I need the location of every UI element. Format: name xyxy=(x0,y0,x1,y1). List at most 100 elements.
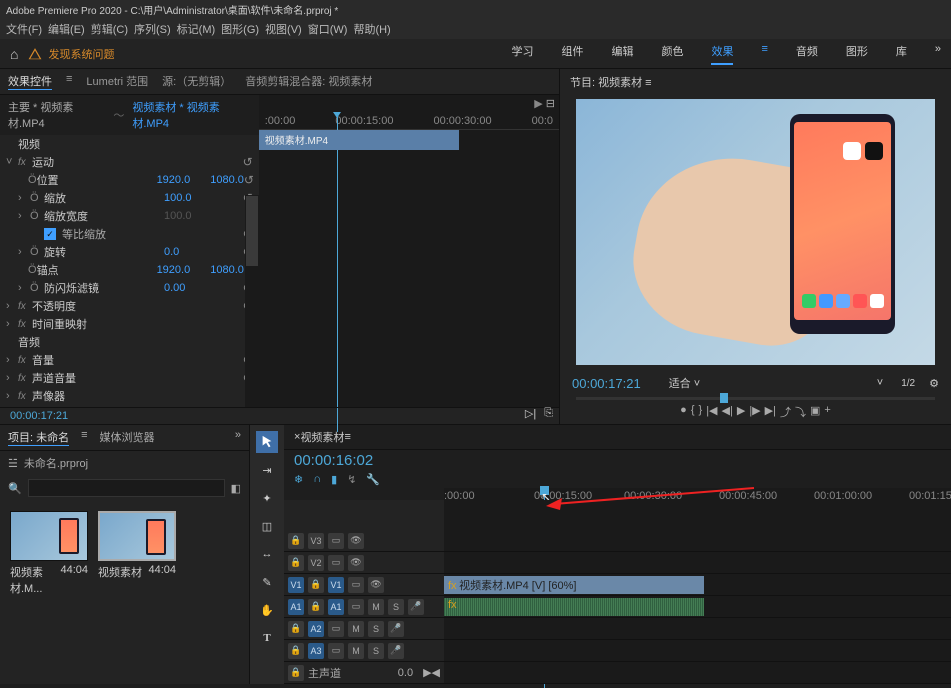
menu-file[interactable]: 文件(F) xyxy=(6,21,42,37)
fx-icon[interactable]: fx xyxy=(18,373,32,384)
settings-icon[interactable]: ⚙ xyxy=(929,377,939,390)
lock-icon[interactable]: 🔒 xyxy=(308,599,324,615)
prop-opacity[interactable]: 不透明度 xyxy=(32,298,152,314)
zoom-fit-dropdown[interactable]: 适合 ˅ xyxy=(669,375,700,391)
razor-tool-icon[interactable]: ◫ xyxy=(256,515,278,537)
menu-window[interactable]: 窗口(W) xyxy=(308,21,348,37)
ws-graphics[interactable]: 图形 xyxy=(846,43,868,65)
track-select-tool-icon[interactable]: ⇥ xyxy=(256,459,278,481)
uniform-scale-checkbox[interactable]: ✓ xyxy=(44,228,56,240)
mic-icon[interactable]: 🎤 xyxy=(388,621,404,637)
ws-library[interactable]: 库 xyxy=(896,43,907,65)
prop-channel-volume[interactable]: 声道音量 xyxy=(32,370,152,386)
anchor-x[interactable]: 1920.0 xyxy=(157,264,191,276)
prop-motion[interactable]: 运动 xyxy=(32,154,152,170)
source-a1[interactable]: A1 xyxy=(288,599,304,615)
extract-icon[interactable]: ⤵ xyxy=(795,404,806,420)
play-icon[interactable]: ▶ xyxy=(737,404,745,420)
go-to-in-icon[interactable]: |◀ xyxy=(706,404,717,420)
anchor-y[interactable]: 1080.0 xyxy=(210,264,244,276)
ws-edit[interactable]: 编辑 xyxy=(611,43,633,65)
slip-tool-icon[interactable]: ↔ xyxy=(256,543,278,565)
lock-icon[interactable]: 🔒 xyxy=(308,577,324,593)
lock-icon[interactable]: 🔒 xyxy=(288,621,304,637)
project-sequence[interactable]: 视频素材44:04 xyxy=(98,511,176,596)
fx-icon[interactable]: fx xyxy=(18,355,32,366)
lock-icon[interactable]: 🔒 xyxy=(288,555,304,571)
export-frame-icon[interactable]: ⎘ xyxy=(544,407,553,420)
mark-in-icon[interactable]: { xyxy=(691,404,695,420)
tab-source-none[interactable]: 源:（无剪辑） xyxy=(162,73,231,90)
toggle-output-icon[interactable]: ▭ xyxy=(348,599,364,615)
track-v2[interactable]: V2 xyxy=(308,555,324,571)
tab-effect-controls[interactable]: 效果控件 xyxy=(8,73,52,90)
step-forward-icon[interactable]: |▶ xyxy=(749,404,760,420)
mic-icon[interactable]: 🎤 xyxy=(408,599,424,615)
resolution-dropdown[interactable]: ˅ xyxy=(877,377,883,389)
mark-out-icon[interactable]: } xyxy=(699,404,703,420)
fx-icon[interactable]: fx xyxy=(18,319,32,330)
fx-icon[interactable]: fx xyxy=(18,301,32,312)
toggle-output-icon[interactable]: ▭ xyxy=(348,577,364,593)
button-editor-icon[interactable]: + xyxy=(824,404,830,420)
toggle-output-icon[interactable]: ▭ xyxy=(328,555,344,571)
fx-icon[interactable]: fx xyxy=(18,391,32,402)
prop-time-remap[interactable]: 时间重映射 xyxy=(32,316,152,332)
stopwatch-icon[interactable]: Ö xyxy=(30,246,44,258)
overflow-icon[interactable]: » xyxy=(235,429,241,446)
fx-icon[interactable]: fx xyxy=(18,157,32,168)
vertical-scrollbar[interactable] xyxy=(245,195,259,407)
toggle-output-icon[interactable]: ▭ xyxy=(328,533,344,549)
timeline-timecode[interactable]: 00:00:16:02 xyxy=(284,450,951,471)
antiflicker-value[interactable]: 0.00 xyxy=(164,282,185,294)
menu-marker[interactable]: 标记(M) xyxy=(177,21,216,37)
stopwatch-icon[interactable]: Ö xyxy=(30,192,44,204)
pen-tool-icon[interactable]: ✎ xyxy=(256,571,278,593)
audio-clip[interactable]: fx xyxy=(444,598,704,616)
menu-sequence[interactable]: 序列(S) xyxy=(134,21,171,37)
clip-duration-bar[interactable]: 视频素材.MP4 xyxy=(259,130,459,150)
eye-icon[interactable]: 👁 xyxy=(348,533,364,549)
go-to-out-icon[interactable]: ▶| xyxy=(765,404,776,420)
menu-clip[interactable]: 剪辑(C) xyxy=(91,21,128,37)
position-x[interactable]: 1920.0 xyxy=(157,174,191,186)
export-frame-icon[interactable]: ▣ xyxy=(810,404,820,420)
lock-icon[interactable]: 🔒 xyxy=(288,643,304,659)
ws-overflow-icon[interactable]: » xyxy=(935,43,941,65)
selection-tool-icon[interactable] xyxy=(256,431,278,453)
ws-effects-menu-icon[interactable]: ≡ xyxy=(761,43,767,65)
filter-icon[interactable]: ◧ xyxy=(231,482,241,495)
menu-edit[interactable]: 编辑(E) xyxy=(48,21,85,37)
program-timecode[interactable]: 00:00:17:21 xyxy=(572,376,641,391)
program-scrubber[interactable] xyxy=(576,397,935,400)
tab-project[interactable]: 项目: 未命名 xyxy=(8,429,69,446)
eye-icon[interactable]: 👁 xyxy=(368,577,384,593)
prop-volume[interactable]: 音量 xyxy=(32,352,152,368)
ws-assembly[interactable]: 组件 xyxy=(561,43,583,65)
prop-panner[interactable]: 声像器 xyxy=(32,388,152,404)
source-timecode[interactable]: 00:00:17:21 xyxy=(10,410,68,422)
search-input[interactable] xyxy=(28,479,225,497)
track-v3[interactable]: V3 xyxy=(308,533,324,549)
solo-button[interactable]: S xyxy=(368,643,384,659)
keyframe-ruler[interactable]: :00:00 00:00:15:00 00:00:30:00 00:0 xyxy=(259,112,559,130)
ws-audio[interactable]: 音频 xyxy=(796,43,818,65)
panel-menu-icon[interactable]: ⊟ xyxy=(546,97,555,110)
system-warning[interactable]: 发现系统问题 xyxy=(28,46,114,62)
mute-button[interactable]: M xyxy=(348,643,364,659)
lift-icon[interactable]: ⤴ xyxy=(780,404,791,420)
toggle-output-icon[interactable]: ▭ xyxy=(328,621,344,637)
home-icon[interactable]: ⌂ xyxy=(10,46,18,62)
position-y[interactable]: 1080.0 xyxy=(210,174,244,186)
rotation-value[interactable]: 0.0 xyxy=(164,246,179,258)
reset-icon[interactable]: ↺ xyxy=(243,155,253,169)
solo-button[interactable]: S xyxy=(368,621,384,637)
menu-graphics[interactable]: 图形(G) xyxy=(221,21,259,37)
snap-icon[interactable]: ❄ xyxy=(294,473,303,486)
stopwatch-icon[interactable]: Ö xyxy=(28,174,37,186)
track-a3[interactable]: A3 xyxy=(308,643,324,659)
track-content-area[interactable]: fx 视频素材.MP4 [V] [60%] fx xyxy=(444,500,951,684)
scale-value[interactable]: 100.0 xyxy=(164,192,192,204)
video-clip[interactable]: fx 视频素材.MP4 [V] [60%] xyxy=(444,576,704,594)
main-audio-value[interactable]: 0.0 xyxy=(398,667,413,679)
